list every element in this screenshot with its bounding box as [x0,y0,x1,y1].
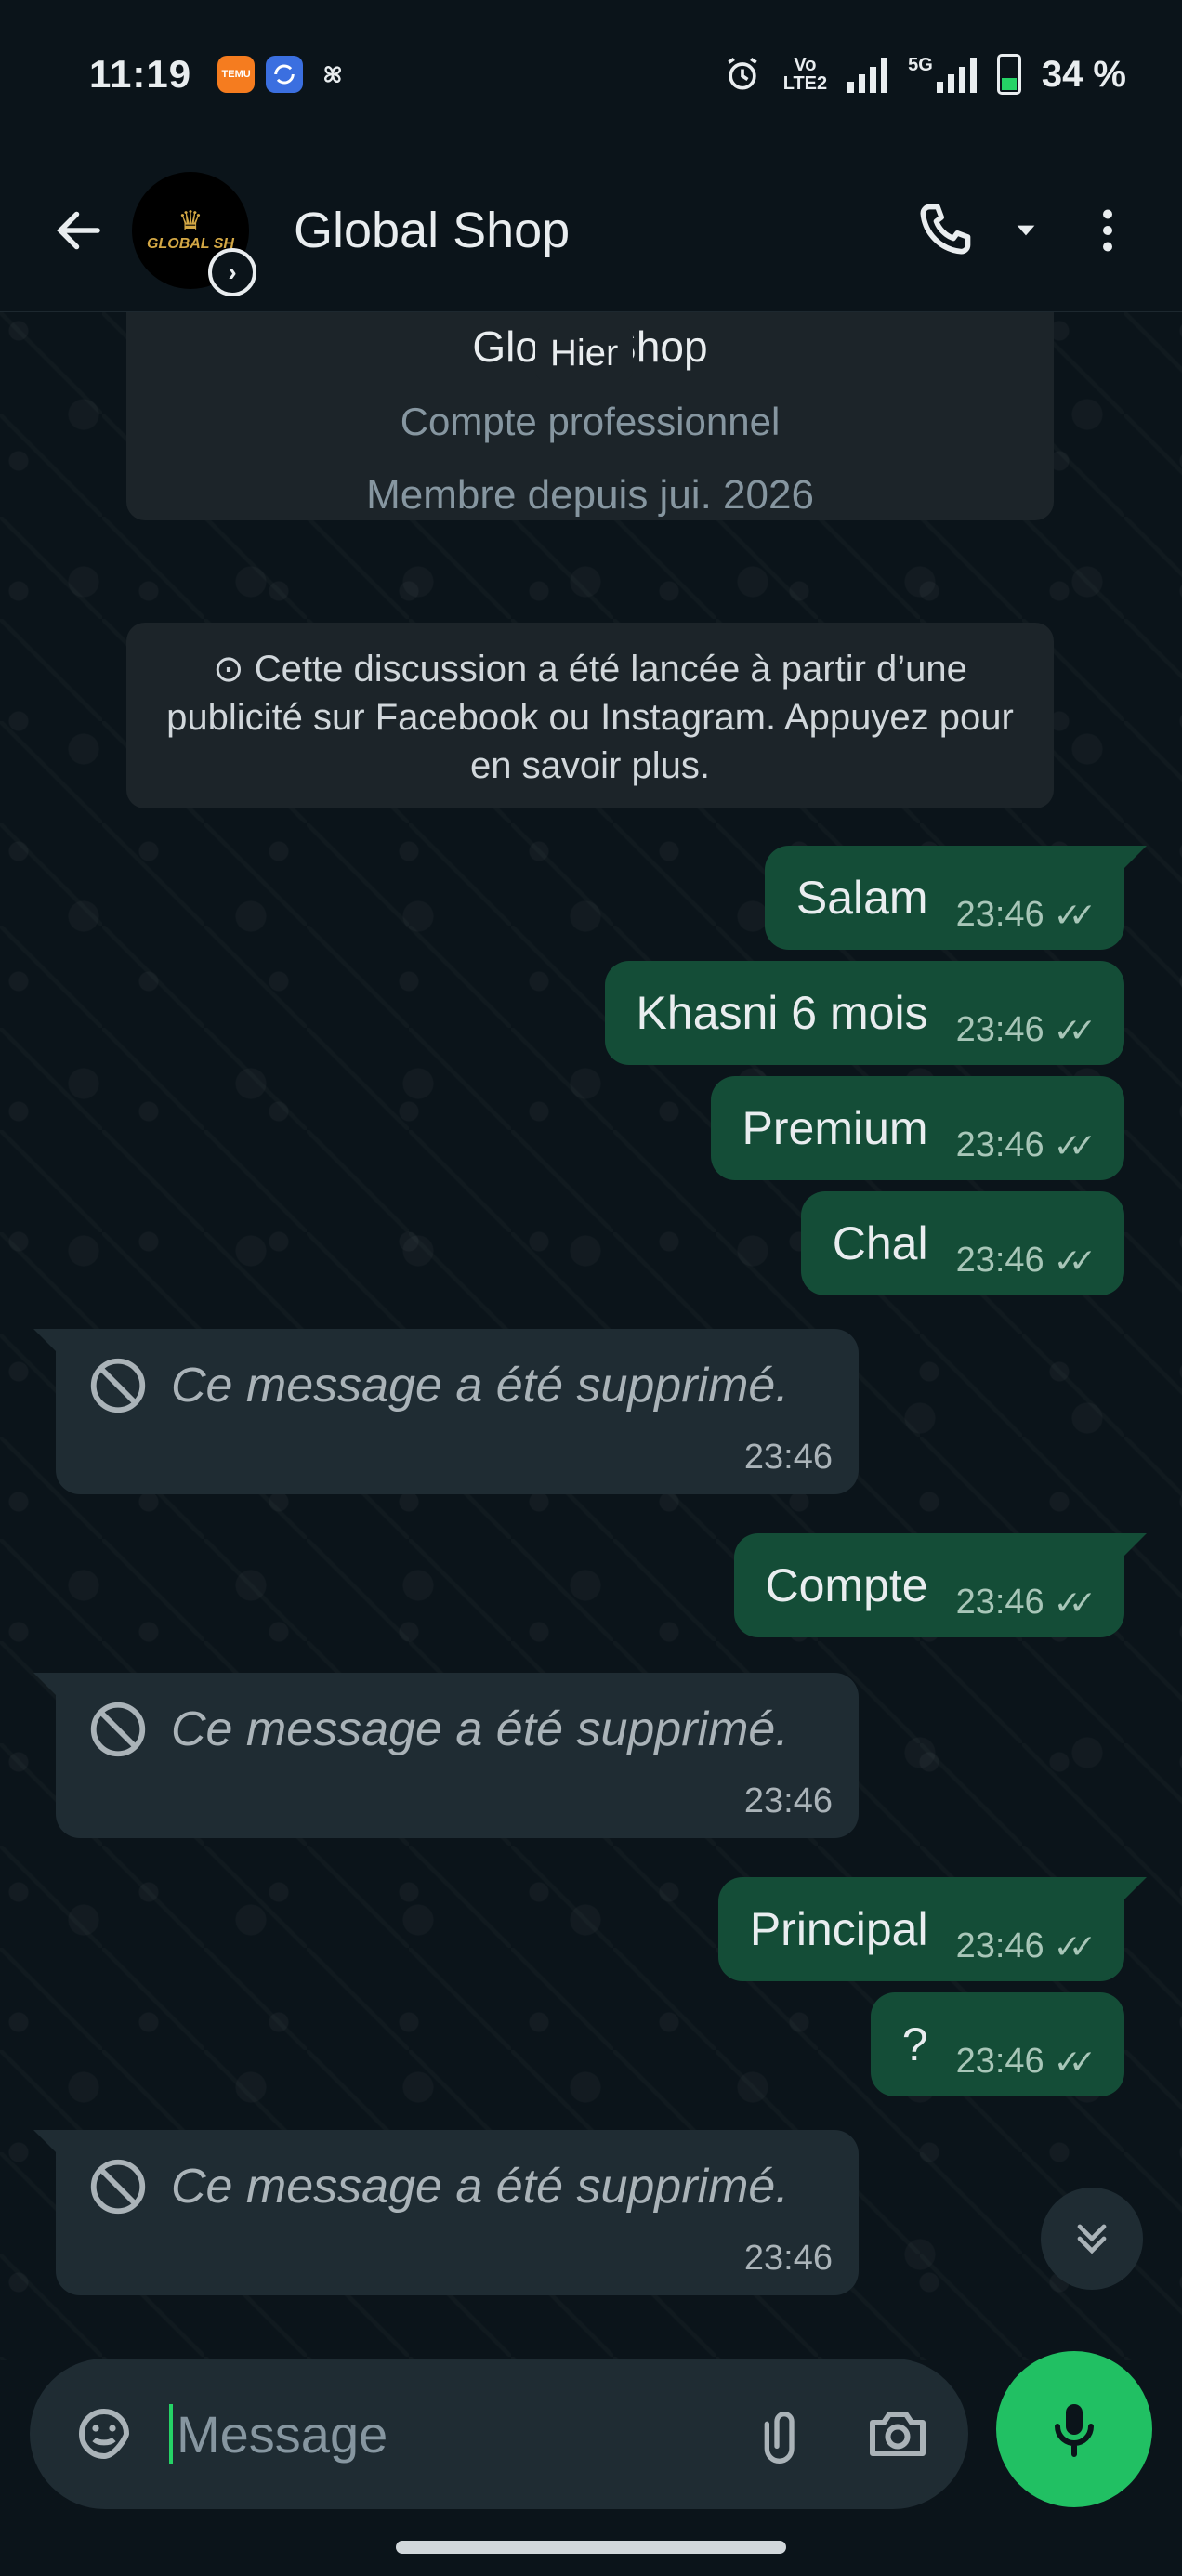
message-composer [30,2359,968,2509]
status-right: Vo LTE2 5G 34 % [722,54,1126,96]
message-text: Ce message a été supprimé. [171,2160,789,2214]
message-input[interactable] [169,2403,634,2464]
deleted-message-icon [90,1702,146,1757]
message-time: 23:46 [743,1438,833,1477]
message-meta: 23:46 ✓✓ [955,1582,1097,1622]
message-text: Principal [749,1903,928,1955]
date-chip: Hier [535,327,634,380]
sync-app-icon [266,56,304,93]
message-meta: 23:46 ✓✓ [955,1240,1097,1280]
pinwheel-app-icon [314,56,351,93]
message-out[interactable]: Premium 23:46 ✓✓ [710,1076,1124,1180]
ad-notice-text: Cette discussion a été lancée à partir d… [166,649,1014,786]
double-check-icon: ✓✓ [1053,1241,1097,1280]
sticker-button[interactable] [67,2397,141,2471]
message-out[interactable]: Chal 23:46 ✓✓ [800,1191,1124,1295]
status-bar: 11:19 TEMU Vo LTE2 5G 34 % [0,0,1182,149]
deleted-message-icon [90,1358,146,1413]
chat-header: ♛ GLOBAL SH › Global Shop [0,149,1182,312]
message-text: Ce message a été supprimé. [171,1359,789,1413]
ad-badge-icon: › [208,247,256,296]
ad-notice-icon: ⊙ [213,649,255,690]
5g-signal-icon: 5G [908,56,977,93]
volte-indicator: Vo LTE2 [782,55,828,94]
signal-icon [847,56,888,93]
double-check-icon: ✓✓ [1053,895,1097,934]
message-out[interactable]: Khasni 6 mois 23:46 ✓✓ [604,961,1124,1065]
avatar[interactable]: ♛ GLOBAL SH › [132,171,256,296]
contact-name[interactable]: Global Shop [294,202,570,259]
caret-down-icon [1017,225,1035,235]
camera-icon [870,2412,926,2456]
paperclip-icon [764,2412,795,2464]
message-time: 23:46 [743,1781,833,1820]
header-actions [907,193,1145,268]
message-out[interactable]: Principal 23:46 ✓✓ [717,1877,1148,1981]
message-meta: 23:46 ✓✓ [955,2041,1097,2081]
ad-notice[interactable]: ⊙ Cette discussion a été lancée à partir… [126,623,1054,808]
temu-app-icon: TEMU [217,56,256,93]
message-text: Premium [742,1102,928,1154]
alarm-icon [728,57,757,90]
battery-percent: 34 % [1041,53,1126,95]
message-text: ? [901,2018,928,2070]
message-meta: 23:46 ✓✓ [955,1009,1097,1049]
member-since: Membre depuis jui. 2026 [366,472,814,518]
sticker-icon [78,2409,130,2460]
double-chevron-down-icon [1077,2224,1107,2254]
double-check-icon: ✓✓ [1053,2042,1097,2081]
microphone-icon [1055,2404,1094,2457]
business-type: Compte professionnel [400,400,781,443]
double-check-icon: ✓✓ [1053,1583,1097,1622]
message-text: Chal [832,1217,928,1269]
message-out[interactable]: Compte 23:46 ✓✓ [733,1533,1147,1637]
deleted-message-icon [90,2159,146,2215]
attach-button[interactable] [747,2397,821,2471]
message-in-deleted[interactable]: Ce message a été supprimé. 23:46 [33,1329,859,1494]
message-time: 23:46 [743,2239,833,2278]
message-out[interactable]: Salam 23:46 ✓✓ [764,846,1148,950]
phone-icon [920,204,971,254]
gesture-nav-handle[interactable] [396,2541,786,2554]
chat-area[interactable]: Global Shop Compte professionnel Membre … [0,312,1182,2360]
message-text: Salam [795,872,928,924]
double-check-icon: ✓✓ [1053,1010,1097,1049]
battery-icon [996,54,1021,95]
message-in-deleted[interactable]: Ce message a été supprimé. 23:46 [33,1673,859,1838]
message-in-deleted[interactable]: Ce message a été supprimé. 23:46 [33,2130,859,2295]
message-text: Compte [765,1559,928,1611]
message-meta: 23:46 ✓✓ [955,894,1097,934]
status-notification-icons: TEMU [217,56,351,93]
double-check-icon: ✓✓ [1053,1125,1097,1164]
crown-icon: ♛ [177,205,204,237]
status-time: 11:19 [89,52,192,96]
arrow-left-icon [57,211,100,249]
message-meta: 23:46 ✓✓ [955,1124,1097,1164]
back-button[interactable] [37,189,121,272]
voice-message-button[interactable] [996,2351,1152,2507]
message-out[interactable]: ? 23:46 ✓✓ [870,1992,1124,2096]
message-text: Ce message a été supprimé. [171,1702,789,1756]
double-check-icon: ✓✓ [1053,1926,1097,1965]
call-options-dropdown[interactable] [1007,193,1044,268]
voice-call-button[interactable] [907,193,981,268]
message-text: Khasni 6 mois [636,987,928,1039]
more-options-button[interactable] [1070,193,1145,268]
more-vertical-icon [1103,209,1112,251]
camera-button[interactable] [860,2397,935,2471]
message-meta: 23:46 ✓✓ [955,1925,1097,1965]
scroll-to-bottom-button[interactable] [1041,2188,1143,2290]
